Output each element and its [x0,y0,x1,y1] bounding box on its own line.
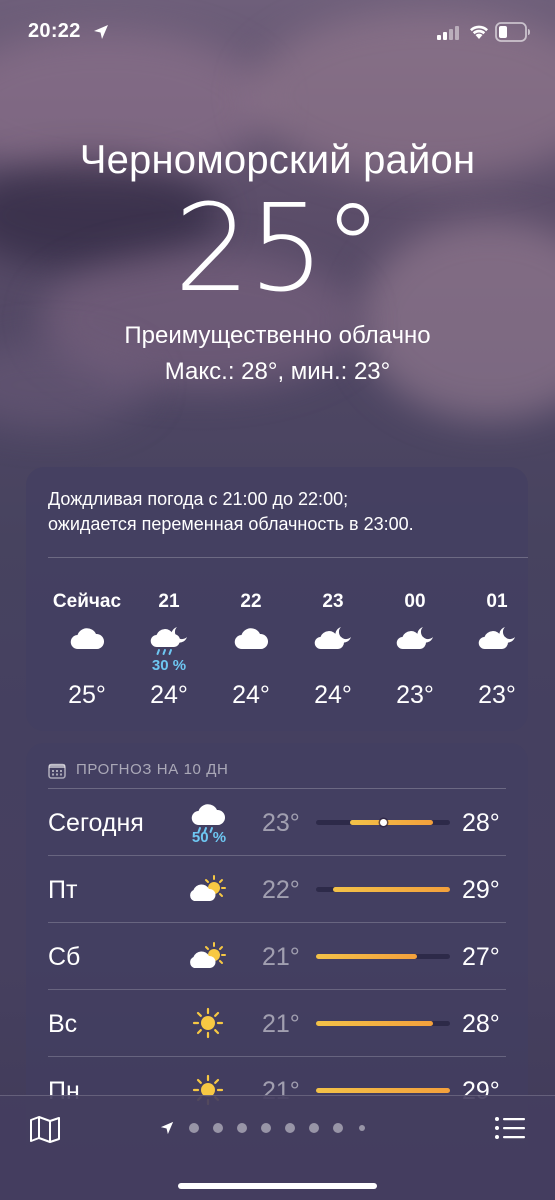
page-dot [261,1123,271,1133]
home-indicator [178,1183,377,1189]
temp-range-bar [316,887,450,892]
temp-range-fill [316,954,417,959]
day-row[interactable]: Сегодня 50 % 23° 28° [26,789,528,856]
hour-temp: 24° [232,681,270,709]
hour-label: Сейчас [52,591,122,612]
hour-item: 22 24° [210,591,292,710]
day-label: Пт [48,876,78,904]
hour-item: Сейчас 25° [46,591,128,710]
hour-label: 23 [322,591,344,612]
day-label: Вс [48,1010,78,1038]
summary-line-2: ожидается переменная облачность в 23:00. [48,514,414,534]
cloud-icon [70,628,105,650]
temp-range-fill [316,1088,450,1093]
day-high: 28° [462,809,500,837]
sun-cloud-icon [190,875,226,901]
day-high: 27° [462,943,500,971]
hour-label: 00 [404,591,426,612]
map-icon[interactable] [28,1114,62,1144]
temp-range-bar [316,1021,450,1026]
day-high: 29° [462,876,500,904]
day-precip: 50 % [191,829,227,846]
temp-range-bar [316,1088,450,1093]
day-row[interactable]: Вс 21° 28° [26,990,528,1057]
day-row[interactable]: Сб 21° 27° [26,923,528,990]
list-icon[interactable] [494,1114,526,1142]
status-bar: 20:22 [0,0,555,66]
page-dot [237,1123,247,1133]
hour-label: 21 [158,591,180,612]
cloud-moon-rain-icon [150,627,187,655]
current-weather: Черноморский район [0,138,555,183]
calendar-icon [48,763,66,779]
page-dot [285,1123,295,1133]
page-indicator[interactable] [160,1118,400,1138]
page-dot [359,1125,365,1131]
hour-item: 00 23° [374,591,456,710]
battery-icon [495,22,530,42]
condition-text: Преимущественно облачно [124,322,431,349]
location-page-arrow-icon [160,1121,174,1135]
hour-temp: 25° [68,681,106,709]
temp-range-fill [349,820,434,825]
hour-item: 23 24° [292,591,374,710]
hour-item: 21 30 % 24° [128,591,210,710]
location-arrow-icon [94,25,108,39]
location-name: Черноморский район [79,138,476,182]
day-label: Сб [48,943,81,971]
day-high: 28° [462,1010,500,1038]
hour-precip: 30 % [151,657,187,674]
temp-range-bar [316,819,450,826]
current-temp-dot [379,819,387,826]
temp-range-fill [316,1021,434,1026]
hour-temp: 24° [150,681,188,709]
day-low: 23° [262,809,300,837]
page-dot [333,1123,343,1133]
hourly-forecast-card[interactable]: Дождливая погода с 21:00 до 22:00; ожида… [26,467,528,731]
hour-label: 22 [240,591,262,612]
page-dot [309,1123,319,1133]
cellular-signal-icon [437,26,459,40]
cloud-moon-icon [478,627,515,650]
day-low: 21° [262,1010,300,1038]
day-low: 22° [262,876,300,904]
day-row[interactable]: Пт 22° 29° [26,856,528,923]
wifi-icon [470,25,488,39]
status-time: 20:22 [28,20,81,42]
day-low: 21° [262,943,300,971]
temp-range-bar [316,954,450,959]
hour-item: 01 23° [456,591,528,710]
sun-cloud-icon [190,942,226,968]
page-dot [189,1123,199,1133]
day-label: Сегодня [48,809,144,837]
daily-forecast-title: ПРОГНОЗ НА 10 ДН [76,761,229,778]
current-temperature: 25° [174,180,383,319]
hour-label: 01 [486,591,508,612]
cloud-moon-icon [314,627,351,650]
page-dot [213,1123,223,1133]
bottom-toolbar [0,1095,555,1200]
current-temperature-wrap: 25° [0,190,555,320]
hourly-list[interactable]: Сейчас 25° 21 30 % 24° 22 24° 23 24° 00 … [26,591,528,721]
hourly-divider [48,557,528,558]
cloud-moon-icon [396,627,433,650]
hour-temp: 23° [478,681,516,709]
summary-line-1: Дождливая погода с 21:00 до 22:00; [48,489,349,509]
hour-temp: 23° [396,681,434,709]
hour-temp: 24° [314,681,352,709]
high-low-text: Макс.: 28°, мин.: 23° [164,358,391,385]
temp-range-fill [332,887,450,892]
hourly-summary: Дождливая погода с 21:00 до 22:00; ожида… [48,487,508,537]
cloud-icon [234,628,269,650]
sun-icon [192,1007,224,1039]
